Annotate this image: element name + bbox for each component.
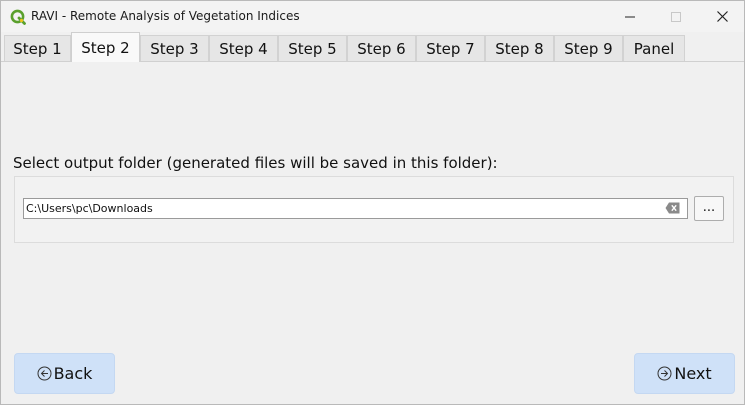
tab-step-9[interactable]: Step 9 [554,35,623,61]
tab-step-7[interactable]: Step 7 [416,35,485,61]
close-icon [716,11,728,22]
output-folder-input[interactable]: C:\Users\pc\Downloads [23,198,688,219]
maximize-button[interactable] [653,1,699,32]
arrow-left-circle-icon [37,366,52,381]
tab-step-6[interactable]: Step 6 [347,35,416,61]
back-button-label: Back [53,364,93,383]
maximize-icon [671,11,681,22]
next-button-label: Next [674,364,712,383]
tab-step-8[interactable]: Step 8 [485,35,554,61]
tab-step-5[interactable]: Step 5 [278,35,347,61]
close-button[interactable] [699,1,745,32]
arrow-right-circle-icon [657,366,672,381]
tab-step-1[interactable]: Step 1 [4,35,71,61]
qgis-logo-icon [10,9,26,25]
tab-step-4[interactable]: Step 4 [209,35,278,61]
title-bar[interactable]: RAVI - Remote Analysis of Vegetation Ind… [1,1,744,32]
window-title: RAVI - Remote Analysis of Vegetation Ind… [31,9,300,23]
app-window: RAVI - Remote Analysis of Vegetation Ind… [0,0,745,405]
minimize-button[interactable] [607,1,653,32]
tab-step-2[interactable]: Step 2 [71,32,140,62]
minimize-icon [625,16,635,17]
back-button[interactable]: Back [14,353,115,394]
clear-text-icon[interactable] [665,202,680,214]
tab-panel[interactable]: Panel [623,35,685,61]
next-button[interactable]: Next [634,353,735,394]
output-folder-label: Select output folder (generated files wi… [13,154,498,172]
browse-folder-button[interactable]: ... [694,196,724,221]
tab-step-3[interactable]: Step 3 [140,35,209,61]
